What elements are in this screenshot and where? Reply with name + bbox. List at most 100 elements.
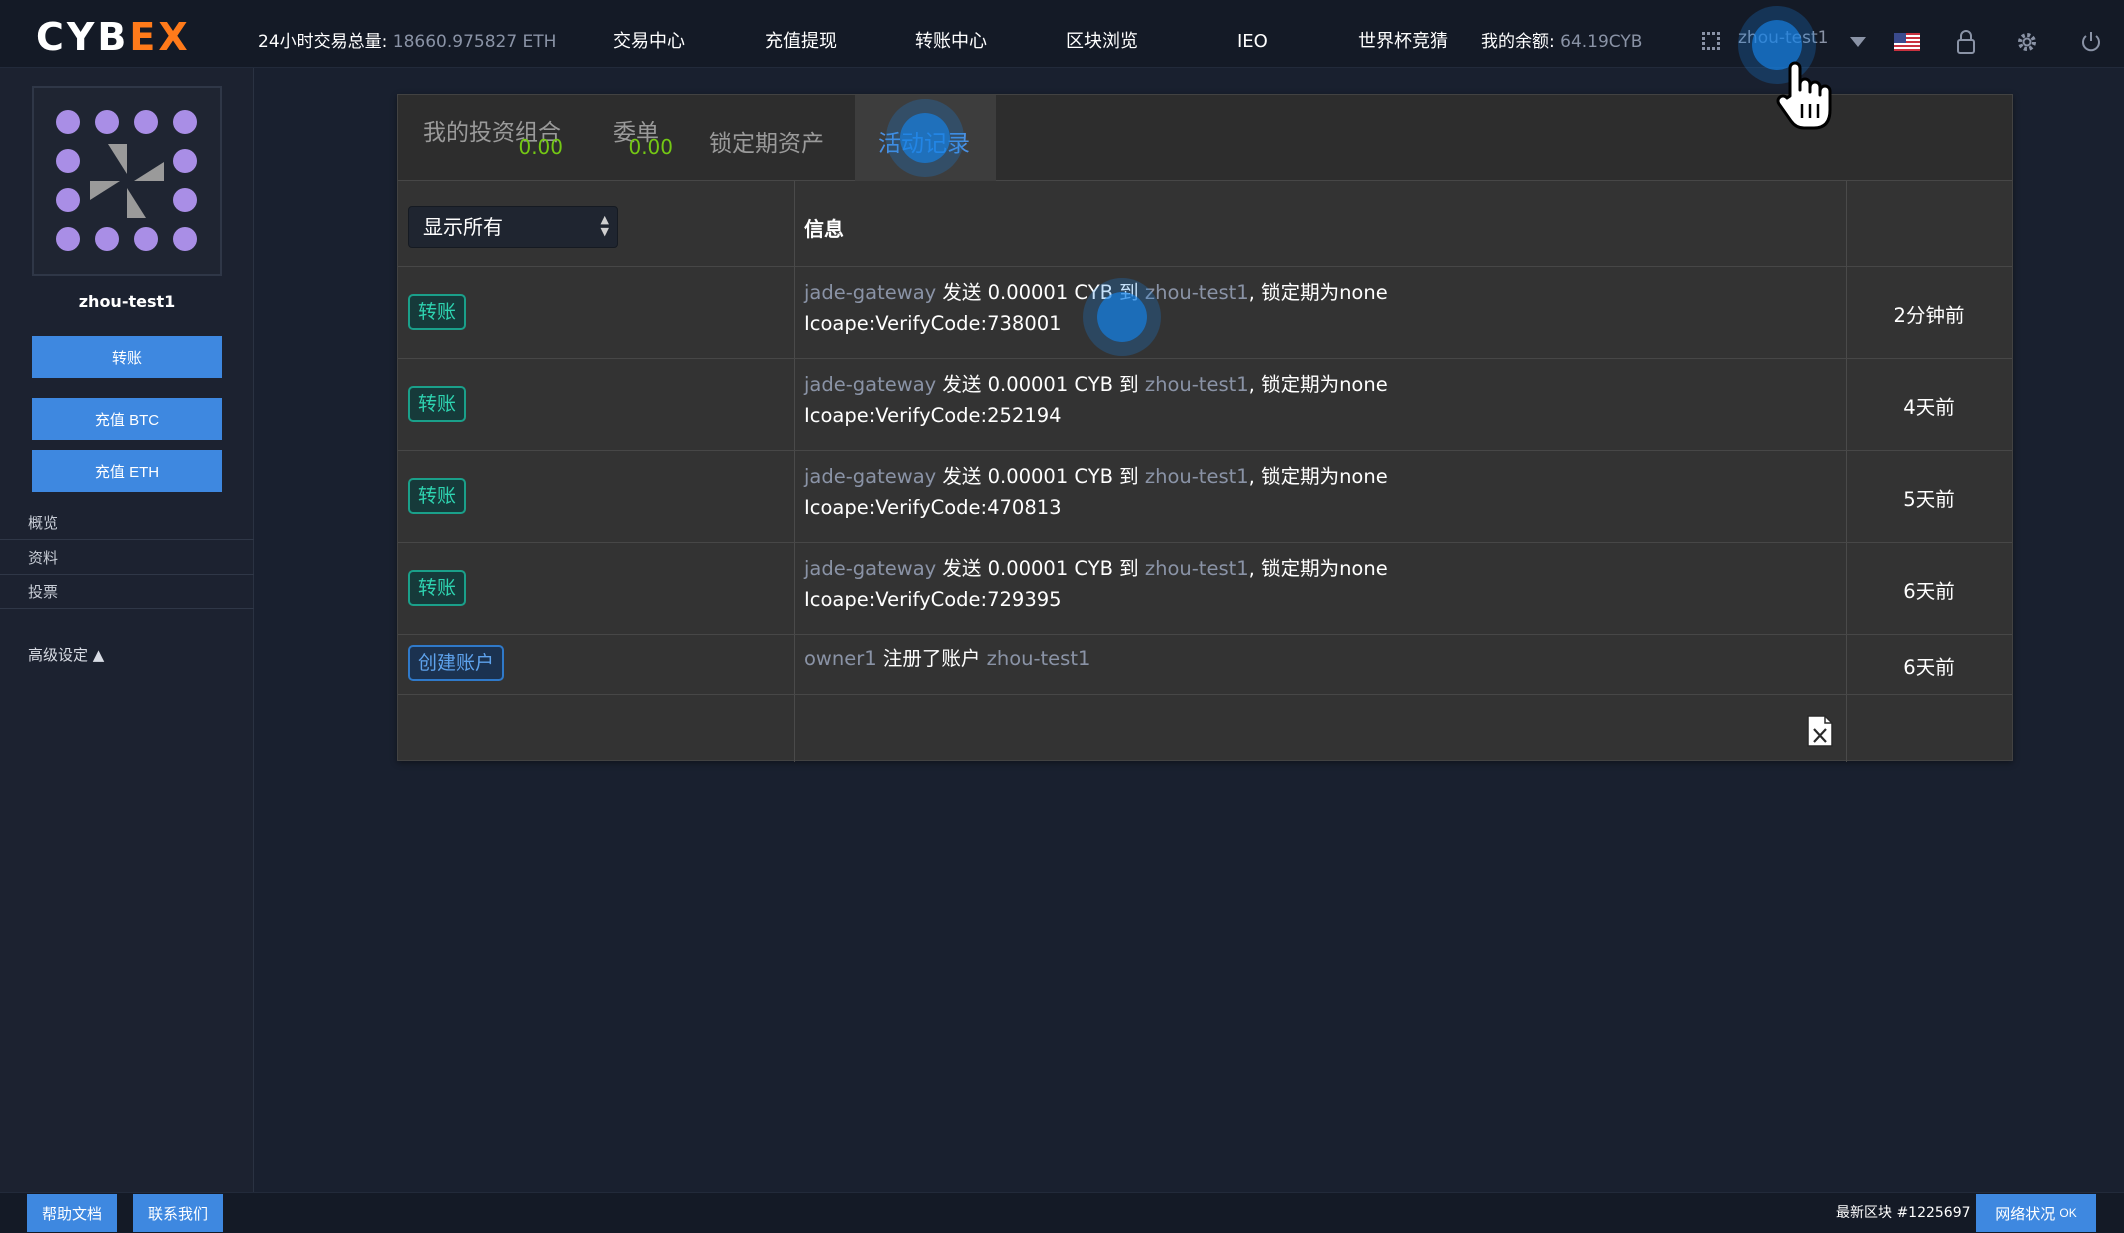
qr-grid-icon[interactable] [1698,28,1726,56]
logo-text: CYB [36,15,130,59]
volume-stat: 24小时交易总量: 18660.975827 ETH [258,0,556,84]
activity-filter-select[interactable]: 显示所有 ▲ ▼ [408,206,618,248]
transfer-button[interactable]: 转账 [32,336,222,378]
activity-info: jade-gateway 发送 0.00001 CYB 到 zhou-test1… [804,553,1388,615]
tab-activity-label: 活动记录 [878,131,970,157]
transfer-type-badge[interactable]: 转账 [408,478,467,514]
activity-filter-value: 显示所有 [423,215,503,239]
to-account-link[interactable]: zhou-test1 [1145,281,1249,304]
deposit-eth-button[interactable]: 充值 ETH [32,450,222,492]
latest-block: 最新区块 #1225697 [1836,1205,1971,1221]
from-account-link[interactable]: jade-gateway [804,465,936,488]
activity-suffix: , 锁定期为none [1248,557,1388,580]
chevron-down-icon[interactable] [1844,28,1872,56]
transfer-type-badge[interactable]: 转账 [408,570,467,606]
tab-orders-value: 0.00 [628,135,673,159]
us-flag-icon[interactable] [1893,28,1921,56]
activity-suffix: , 锁定期为none [1248,465,1388,488]
nav-trade-center[interactable]: 交易中心 [613,0,685,84]
activity-suffix: , 锁定期为none [1248,281,1388,304]
activity-memo: Icoape:VerifyCode:729395 [804,588,1062,611]
activity-verb: 发送 0.00001 CYB 到 [942,465,1139,488]
activity-memo: Icoape:VerifyCode:738001 [804,312,1062,335]
to-account-link[interactable]: zhou-test1 [987,647,1091,670]
select-arrows-icon: ▲ ▼ [600,213,609,238]
tab-bar: 我的投资组合 0.00 委单 0.00 锁定期资产 活动记录 [398,95,2012,181]
volume-label: 24小时交易总量: [258,32,388,52]
tab-portfolio-value: 0.00 [518,135,563,159]
deposit-btc-button[interactable]: 充值 BTC [32,398,222,440]
sidebar-item-voting[interactable]: 投票 [0,575,254,609]
activity-info: jade-gateway 发送 0.00001 CYB 到 zhou-test1… [804,277,1388,339]
activity-verb: 发送 0.00001 CYB 到 [942,281,1139,304]
account-switcher[interactable]: zhou-test1 [1738,28,1828,48]
hand-cursor-icon [1776,60,1836,138]
to-account-link[interactable]: zhou-test1 [1145,465,1249,488]
power-icon[interactable] [2077,28,2105,56]
table-row: 转账 jade-gateway 发送 0.00001 CYB 到 zhou-te… [398,267,2012,359]
transfer-type-badge[interactable]: 转账 [408,294,467,330]
logo-accent-text: EX [129,15,191,59]
activity-memo: Icoape:VerifyCode:252194 [804,404,1062,427]
network-status-label: 网络状况 [1995,1205,2056,1223]
activity-memo: Icoape:VerifyCode:470813 [804,496,1062,519]
tab-activity[interactable]: 活动记录 [855,95,996,181]
activity-panel: 我的投资组合 0.00 委单 0.00 锁定期资产 活动记录 显示所有 ▲ ▼ 信… [397,94,2013,762]
activity-time: 6天前 [1903,580,1955,603]
tab-orders[interactable]: 委单 0.00 [613,95,673,181]
nav-world-cup[interactable]: 世界杯竞猜 [1358,0,1448,84]
sidebar: zhou-test1 转账 充值 BTC 充值 ETH 概览 资料 投票 高级设… [0,68,254,1192]
balance-stat: 我的余额: 64.19CYB [1481,0,1642,84]
top-bar: CYB EX 24小时交易总量: 18660.975827 ETH 交易中心 充值… [0,0,2124,68]
nav-deposit-withdraw[interactable]: 充值提现 [765,0,837,84]
activity-suffix: , 锁定期为none [1248,373,1388,396]
nav-transfer-center[interactable]: 转账中心 [915,0,987,84]
from-account-link[interactable]: jade-gateway [804,557,936,580]
to-account-link[interactable]: zhou-test1 [1145,557,1249,580]
avatar [32,86,222,276]
activity-time: 2分钟前 [1893,304,1965,327]
balance-value: 64.19CYB [1560,32,1643,52]
volume-value: 18660.975827 ETH [392,32,557,52]
nav-block-explorer[interactable]: 区块浏览 [1066,0,1138,84]
activity-info: jade-gateway 发送 0.00001 CYB 到 zhou-test1… [804,369,1388,431]
gear-icon[interactable] [2013,28,2041,56]
table-header [398,181,2012,267]
footer: 帮助文档 联系我们 最新区块 #1225697 网络状况 OK [0,1192,2124,1233]
transfer-type-badge[interactable]: 转账 [408,386,467,422]
advanced-settings-toggle[interactable]: 高级设定 ▲ [28,644,104,665]
to-account-link[interactable]: zhou-test1 [1145,373,1249,396]
export-excel-icon[interactable] [1806,715,1834,747]
activity-info: jade-gateway 发送 0.00001 CYB 到 zhou-test1… [804,461,1388,523]
sidebar-item-overview[interactable]: 概览 [0,506,254,540]
cybex-logo[interactable]: CYB EX [36,15,191,59]
tab-portfolio[interactable]: 我的投资组合 0.00 [423,95,563,181]
table-row: 转账 jade-gateway 发送 0.00001 CYB 到 zhou-te… [398,451,2012,543]
activity-verb: 注册了账户 [882,647,981,670]
table-row: 转账 jade-gateway 发送 0.00001 CYB 到 zhou-te… [398,359,2012,451]
create-account-type-badge[interactable]: 创建账户 [408,645,505,681]
info-column-header: 信息 [804,217,844,241]
lock-icon[interactable] [1952,28,1980,56]
activity-time: 5天前 [1903,488,1955,511]
sidebar-username: zhou-test1 [78,292,176,311]
tab-locked-assets[interactable]: 锁定期资产 [709,95,839,181]
network-status-button[interactable]: 网络状况 OK [1976,1194,2096,1232]
sidebar-item-profile[interactable]: 资料 [0,541,254,575]
activity-verb: 发送 0.00001 CYB 到 [942,557,1139,580]
help-docs-button[interactable]: 帮助文档 [27,1194,117,1232]
network-status-value: OK [2059,1206,2077,1220]
nav-ieo[interactable]: IEO [1237,0,1268,84]
tab-locked-assets-label: 锁定期资产 [709,131,824,157]
activity-time: 4天前 [1903,396,1955,419]
contact-us-button[interactable]: 联系我们 [133,1194,223,1232]
table-row: 转账 jade-gateway 发送 0.00001 CYB 到 zhou-te… [398,543,2012,635]
from-account-link[interactable]: jade-gateway [804,373,936,396]
activity-time: 6天前 [1903,656,1955,679]
table-row: 创建账户 owner1 注册了账户 zhou-test1 6天前 [398,635,2012,695]
activity-verb: 发送 0.00001 CYB 到 [942,373,1139,396]
balance-label: 我的余额: [1481,32,1555,52]
activity-info: owner1 注册了账户 zhou-test1 [804,643,1090,674]
from-account-link[interactable]: owner1 [804,647,877,670]
from-account-link[interactable]: jade-gateway [804,281,936,304]
